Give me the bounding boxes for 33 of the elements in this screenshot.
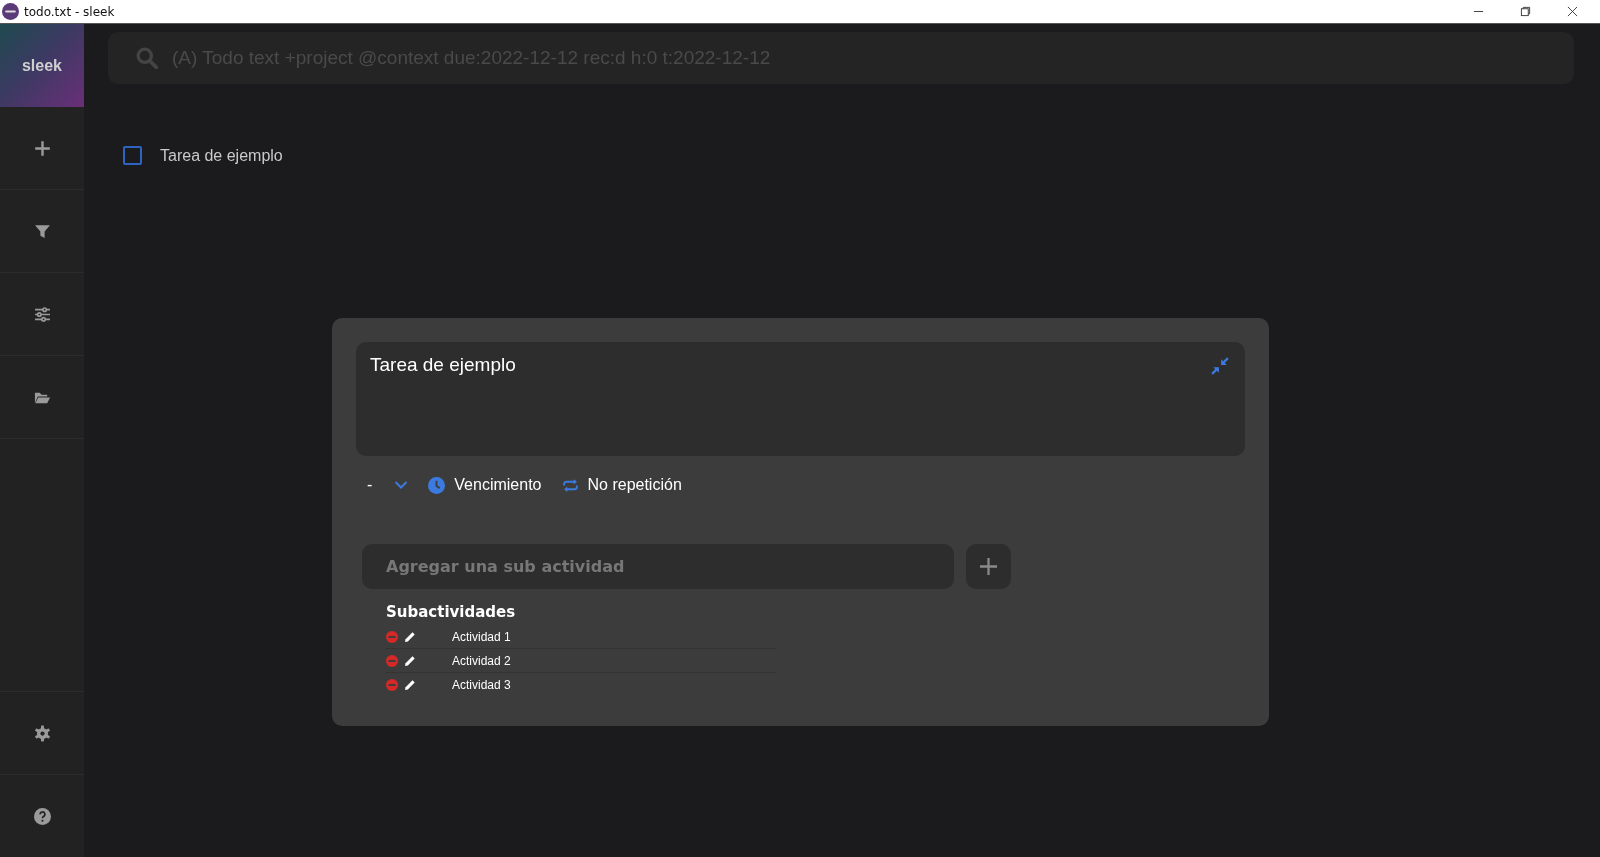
subtask-text: Actividad 1: [452, 629, 511, 644]
checkbox[interactable]: [123, 146, 142, 165]
chevron-down-icon[interactable]: [394, 480, 409, 490]
subtask-input[interactable]: Agregar una sub actividad: [362, 544, 954, 589]
todo-text[interactable]: Tarea de ejemplo: [160, 146, 283, 165]
subtasks-heading: Subactividades: [386, 603, 517, 621]
sliders-icon: [33, 305, 51, 323]
window-title: todo.txt - sleek: [24, 4, 115, 19]
pencil-icon[interactable]: [404, 678, 416, 691]
search-icon: [136, 47, 158, 69]
add-subtask-button[interactable]: [966, 544, 1011, 589]
close-icon[interactable]: [1567, 6, 1578, 17]
pencil-icon[interactable]: [404, 630, 416, 643]
plus-icon: [33, 139, 51, 157]
subtask-text: Actividad 2: [452, 653, 511, 668]
collapse-icon[interactable]: [1211, 357, 1229, 375]
app-logo: sleek: [0, 24, 84, 107]
plus-icon: [979, 557, 998, 576]
remove-icon[interactable]: [386, 654, 398, 667]
filter-icon: [33, 222, 51, 240]
clock-icon: [428, 476, 446, 494]
app-icon: [2, 3, 19, 20]
priority-select[interactable]: -: [367, 476, 373, 494]
remove-icon[interactable]: [386, 630, 398, 643]
restore-icon[interactable]: [1520, 6, 1531, 17]
help-icon: [33, 807, 51, 825]
recurrence-button[interactable]: No repetición: [561, 476, 682, 494]
todo-text-field[interactable]: Tarea de ejemplo: [356, 342, 1245, 456]
subtask-text: Actividad 3: [452, 677, 511, 692]
remove-icon[interactable]: [386, 678, 398, 691]
settings-icon: [33, 724, 51, 742]
pencil-icon[interactable]: [404, 654, 416, 667]
due-date-button[interactable]: Vencimiento: [428, 476, 542, 494]
